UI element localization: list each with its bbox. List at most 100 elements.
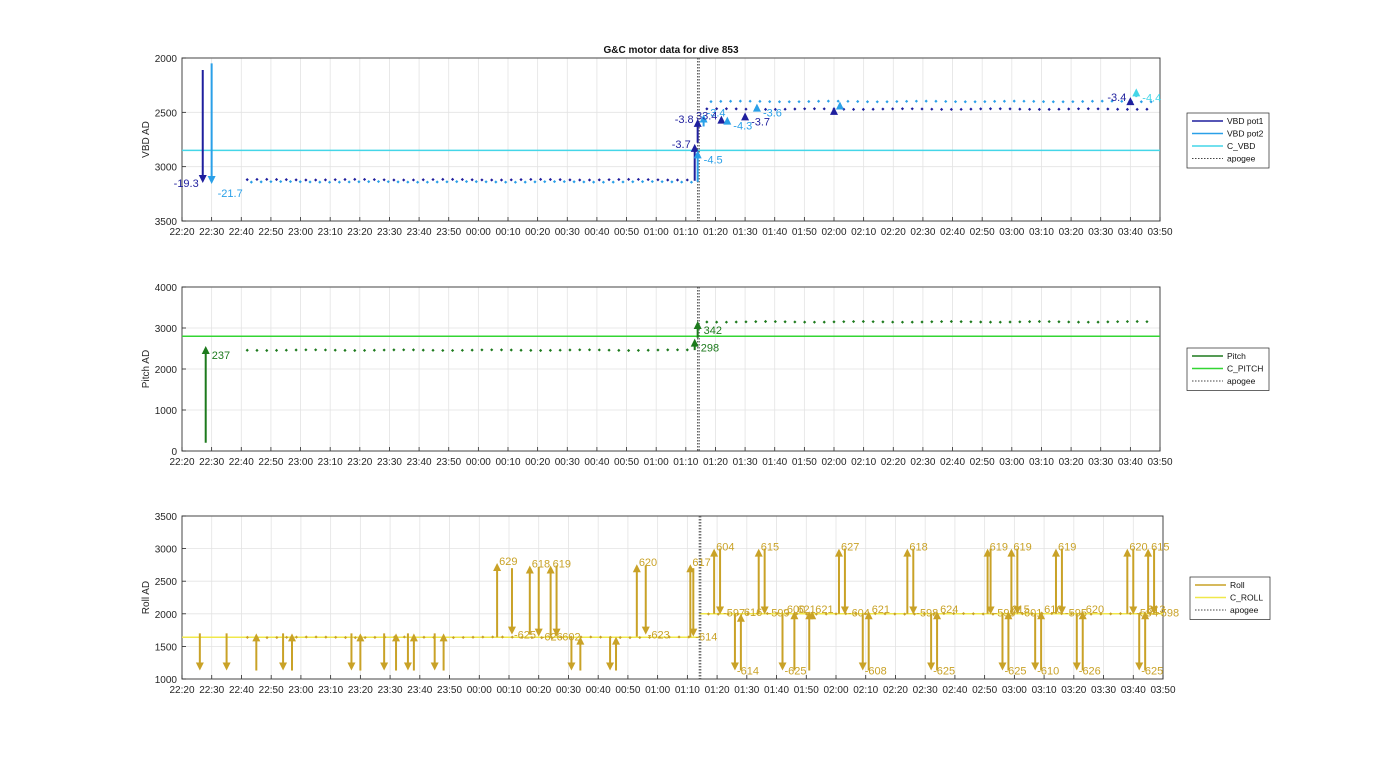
subplot-3: 22:20 22:30 22:40 22:50 23:00 23:10 23:20 23:30… — [141, 512, 1271, 696]
x-tick-label: 01:40 — [762, 457, 787, 468]
x-tick-label: 00:10 — [495, 227, 520, 238]
x-tick-label: 02:50 — [970, 227, 995, 238]
y-tick-label: 1000 — [155, 675, 178, 686]
x-tick-label: 22:50 — [259, 685, 284, 696]
x-tick-label: 23:30 — [377, 227, 402, 238]
x-tick-label: 03:00 — [999, 457, 1024, 468]
x-tick-label: 01:00 — [645, 685, 670, 696]
arrow-label: 621 — [872, 604, 890, 616]
x-tick-label: 03:10 — [1032, 685, 1057, 696]
x-tick-label: 03:50 — [1147, 227, 1172, 238]
x-tick-label: 23:50 — [436, 457, 461, 468]
x-tick-label: 02:20 — [883, 685, 908, 696]
x-tick-label: 02:30 — [910, 227, 935, 238]
x-tick-label: 01:30 — [733, 457, 758, 468]
x-tick-label: 01:30 — [733, 227, 758, 238]
x-tick-label: 23:00 — [288, 457, 313, 468]
x-tick-label: 23:10 — [318, 685, 343, 696]
x-tick-label: 01:10 — [673, 457, 698, 468]
x-tick-label: 23:20 — [347, 457, 372, 468]
arrow-label: 617 — [692, 557, 710, 569]
x-tick-label: 00:00 — [466, 227, 491, 238]
legend-label: Pitch — [1227, 351, 1246, 361]
y-tick-label: 2000 — [155, 54, 178, 65]
arrow-label: 618 — [909, 542, 927, 554]
y-tick-label: 3000 — [155, 545, 178, 556]
y-tick-label: 1000 — [155, 406, 178, 417]
x-tick-label: 23:20 — [348, 685, 373, 696]
x-tick-label: 01:10 — [673, 227, 698, 238]
x-tick-label: 23:50 — [436, 227, 461, 238]
x-tick-label: 02:40 — [940, 227, 965, 238]
y-tick-label: 3500 — [155, 217, 178, 228]
x-tick-label: 00:40 — [584, 227, 609, 238]
arrow-label: -3.4 — [1107, 92, 1126, 104]
x-tick-label: 00:50 — [614, 457, 639, 468]
arrow-label: 620 — [1129, 542, 1147, 554]
legend-label: apogee — [1230, 605, 1259, 615]
x-tick-label: 03:00 — [999, 227, 1024, 238]
y-axis-label: Pitch AD — [141, 350, 152, 388]
x-tick-label: 22:30 — [199, 685, 224, 696]
x-tick-label: 01:50 — [792, 457, 817, 468]
arrow-label: -21.7 — [218, 188, 243, 200]
legend-label: Roll — [1230, 580, 1245, 590]
x-tick-label: 02:00 — [821, 457, 846, 468]
x-tick-label: 02:20 — [881, 227, 906, 238]
subplot-1: 22:20 22:30 22:40 22:50 23:00 23:10 23:20 23:30… — [141, 45, 1270, 238]
x-tick-label: 22:30 — [199, 227, 224, 238]
arrow-label: 616 — [1044, 604, 1062, 616]
x-tick-label: 23:30 — [377, 457, 402, 468]
x-tick-label: 00:30 — [556, 685, 581, 696]
x-tick-label: 00:40 — [584, 457, 609, 468]
x-tick-label: 01:40 — [764, 685, 789, 696]
x-tick-label: 22:20 — [169, 227, 194, 238]
x-tick-label: 00:10 — [495, 457, 520, 468]
x-tick-label: 03:30 — [1088, 457, 1113, 468]
x-tick-label: 03:50 — [1147, 457, 1172, 468]
y-tick-label: 4000 — [155, 283, 178, 294]
arrow-label: 619 — [990, 542, 1008, 554]
x-tick-label: 03:30 — [1091, 685, 1116, 696]
x-tick-label: 22:40 — [229, 227, 254, 238]
legend-label: VBD pot1 — [1227, 116, 1264, 126]
x-tick-label: 22:50 — [258, 227, 283, 238]
x-tick-label: 00:20 — [526, 685, 551, 696]
x-tick-label: 03:20 — [1059, 227, 1084, 238]
arrow-label: 342 — [704, 325, 722, 337]
x-tick-label: 22:20 — [169, 685, 194, 696]
y-tick-label: 3500 — [155, 512, 178, 523]
arrow-label: -3.7 — [672, 139, 691, 151]
x-tick-label: 03:40 — [1118, 457, 1143, 468]
arrow-label: 237 — [212, 350, 230, 362]
x-tick-label: 03:10 — [1029, 457, 1054, 468]
x-tick-label: 02:40 — [942, 685, 967, 696]
y-tick-label: 3000 — [155, 324, 178, 335]
y-tick-label: 3000 — [155, 163, 178, 174]
y-axis-label: VBD AD — [141, 121, 152, 158]
x-tick-label: 00:30 — [555, 227, 580, 238]
x-tick-label: 01:50 — [794, 685, 819, 696]
y-tick-label: 1500 — [155, 642, 178, 653]
legend-label: apogee — [1227, 376, 1256, 386]
x-tick-label: 00:50 — [615, 685, 640, 696]
chart-title: G&C motor data for dive 853 — [603, 45, 738, 56]
x-tick-label: 00:40 — [586, 685, 611, 696]
x-tick-label: 02:40 — [940, 457, 965, 468]
arrow-label: -602 — [559, 632, 581, 644]
arrow-label: 619 — [1058, 542, 1076, 554]
x-tick-label: 01:00 — [644, 227, 669, 238]
x-tick-label: 23:00 — [288, 227, 313, 238]
x-tick-label: 01:50 — [792, 227, 817, 238]
arrow-label: -4.4 — [1142, 92, 1161, 104]
arrow-label: 620 — [1086, 604, 1104, 616]
x-tick-label: 01:10 — [675, 685, 700, 696]
arrow-label: -598 — [1157, 607, 1179, 619]
x-tick-label: 03:30 — [1088, 227, 1113, 238]
x-tick-label: 00:00 — [467, 685, 492, 696]
arrow-label: 624 — [940, 604, 958, 616]
y-tick-label: 2500 — [155, 108, 178, 119]
y-axis-label: Roll AD — [141, 581, 152, 614]
x-tick-label: 03:20 — [1061, 685, 1086, 696]
arrow-label: -614 — [695, 632, 717, 644]
